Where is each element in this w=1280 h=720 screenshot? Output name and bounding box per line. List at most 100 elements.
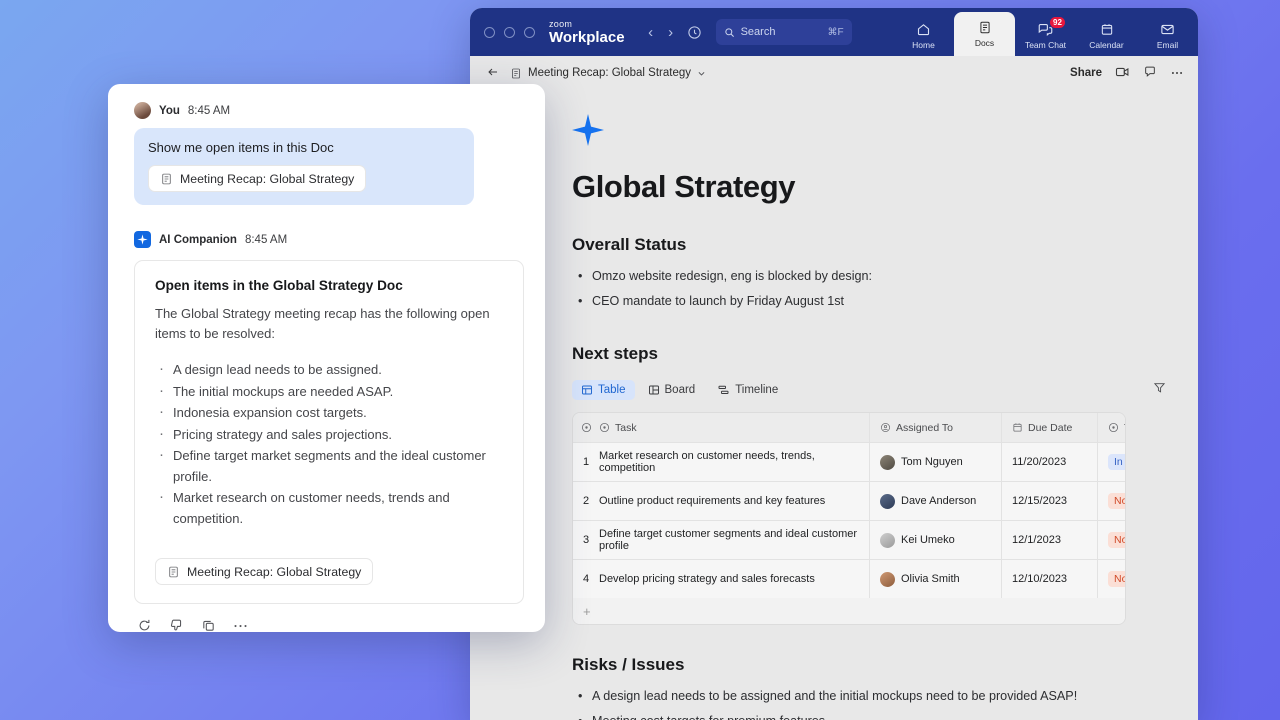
list-item: Indonesia expansion cost targets. [155,403,503,424]
tab-email[interactable]: Email [1137,16,1198,56]
share-button[interactable]: Share [1070,67,1102,79]
team-chat-badge: 92 [1050,17,1065,28]
cell-due-date[interactable]: 12/15/2023 [1001,482,1097,520]
cell-status[interactable]: In Progress [1097,443,1126,481]
zoom-logo: zoom Workplace [549,20,625,45]
table-icon [581,384,593,396]
view-tab-timeline[interactable]: Timeline [708,380,787,400]
comment-icon[interactable] [1143,65,1157,81]
tab-home[interactable]: Home [893,16,954,56]
cell-due-date[interactable]: 11/20/2023 [1001,443,1097,481]
nav-forward-button[interactable]: › [661,24,681,41]
avatar [880,533,895,548]
table-row[interactable]: 1 Market research on customer needs, tre… [573,443,1125,482]
col-header-select[interactable] [573,413,599,443]
cell-task[interactable]: Define target customer segments and idea… [599,521,869,559]
cell-assignee[interactable]: Olivia Smith [869,560,1001,598]
search-input[interactable]: Search ⌘F [716,19,852,45]
home-icon [916,22,931,37]
maximize-button[interactable] [524,27,535,38]
calendar-icon [1012,422,1023,433]
list-item: CEO mandate to launch by Friday August 1… [572,289,1178,314]
view-tabs: Table Board Timeline [572,380,1178,400]
row-number: 1 [573,443,599,481]
cell-assignee-name: Dave Anderson [901,495,976,507]
ai-message-sender: AI Companion [159,234,237,246]
more-icon[interactable] [233,623,248,629]
regenerate-icon[interactable] [137,618,152,632]
col-header-task[interactable]: Task [599,413,869,443]
ai-answer-doc-chip[interactable]: Meeting Recap: Global Strategy [155,558,373,585]
table-row[interactable]: 4 Develop pricing strategy and sales for… [573,560,1125,598]
history-icon[interactable] [687,25,702,40]
view-tab-table[interactable]: Table [572,380,635,400]
list-item: A design lead needs to be assigned. [155,360,503,381]
user-message-doc-chip[interactable]: Meeting Recap: Global Strategy [148,165,366,192]
section-heading-next-steps: Next steps [572,344,1178,364]
video-icon[interactable] [1115,66,1130,81]
cell-task[interactable]: Develop pricing strategy and sales forec… [599,560,869,598]
more-icon[interactable] [1170,67,1184,79]
filter-icon[interactable] [1153,381,1166,399]
list-item: Define target market segments and the id… [155,446,503,487]
doc-content-area: Global Strategy Overall Status Omzo webs… [470,90,1198,720]
minimize-button[interactable] [504,27,515,38]
cell-status[interactable]: Not Started [1097,482,1126,520]
cell-assignee[interactable]: Tom Nguyen [869,443,1001,481]
tab-calendar[interactable]: Calendar [1076,16,1137,56]
ai-message-time: 8:45 AM [245,234,287,246]
search-shortcut: ⌘F [827,27,843,38]
table-row[interactable]: 3 Define target customer segments and id… [573,521,1125,560]
ai-answer-title: Open items in the Global Strategy Doc [155,278,503,293]
col-header-assigned-to[interactable]: Assigned To [869,413,1001,443]
risks-issues-list: A design lead needs to be assigned and t… [572,684,1178,720]
next-steps-table: Task Assigned To Due Date Time [572,412,1126,625]
table-body: 1 Market research on customer needs, tre… [573,443,1125,598]
cell-due-date[interactable]: 12/10/2023 [1001,560,1097,598]
add-row-button[interactable]: + [573,598,1125,624]
arrow-left-icon[interactable] [486,66,500,81]
cell-assignee[interactable]: Kei Umeko [869,521,1001,559]
copy-icon[interactable] [201,618,216,632]
user-message-time: 8:45 AM [188,105,230,117]
zoom-workplace-window: zoom Workplace ‹ › Search ⌘F Home [470,8,1198,720]
doc-inner: Global Strategy Overall Status Omzo webs… [470,114,1198,720]
thumbs-down-icon[interactable] [169,618,184,632]
tab-home-label: Home [912,40,935,50]
user-message-bubble: Show me open items in this Doc Meeting R… [134,128,474,205]
person-icon [880,422,891,433]
col-header-due-date[interactable]: Due Date [1001,413,1097,443]
col-header-task-label: Task [615,422,637,434]
status-badge: Not Started [1108,493,1126,509]
user-doc-chip-label: Meeting Recap: Global Strategy [180,172,354,186]
ai-doc-chip-label: Meeting Recap: Global Strategy [187,565,361,579]
cell-status[interactable]: Not Started [1097,560,1126,598]
view-tab-board[interactable]: Board [639,380,705,400]
list-item: Omzo website redesign, eng is blocked by… [572,264,1178,289]
doc-title-breadcrumb[interactable]: Meeting Recap: Global Strategy [510,67,706,80]
window-traffic-lights[interactable] [484,27,535,38]
avatar [880,455,895,470]
doc-toolbar: Meeting Recap: Global Strategy Share [470,56,1198,90]
doc-icon [167,565,180,579]
tab-team-chat[interactable]: 92 Team Chat [1015,16,1076,56]
list-item: Meeting cost targets for premium feature… [572,709,1178,720]
tab-email-label: Email [1157,40,1178,50]
tab-docs[interactable]: Docs [954,12,1015,56]
view-tab-board-label: Board [665,384,696,396]
row-number: 2 [573,482,599,520]
cell-due-date[interactable]: 12/1/2023 [1001,521,1097,559]
cell-status[interactable]: Not Started [1097,521,1126,559]
close-button[interactable] [484,27,495,38]
avatar [880,494,895,509]
col-header-time[interactable]: Time [1097,413,1126,443]
section-heading-overall-status: Overall Status [572,235,1178,255]
avatar [134,102,151,119]
user-message-sender: You [159,105,180,117]
list-item: A design lead needs to be assigned and t… [572,684,1178,709]
cell-task[interactable]: Outline product requirements and key fea… [599,482,869,520]
table-row[interactable]: 2 Outline product requirements and key f… [573,482,1125,521]
cell-task[interactable]: Market research on customer needs, trend… [599,443,869,481]
cell-assignee[interactable]: Dave Anderson [869,482,1001,520]
nav-back-button[interactable]: ‹ [641,24,661,41]
